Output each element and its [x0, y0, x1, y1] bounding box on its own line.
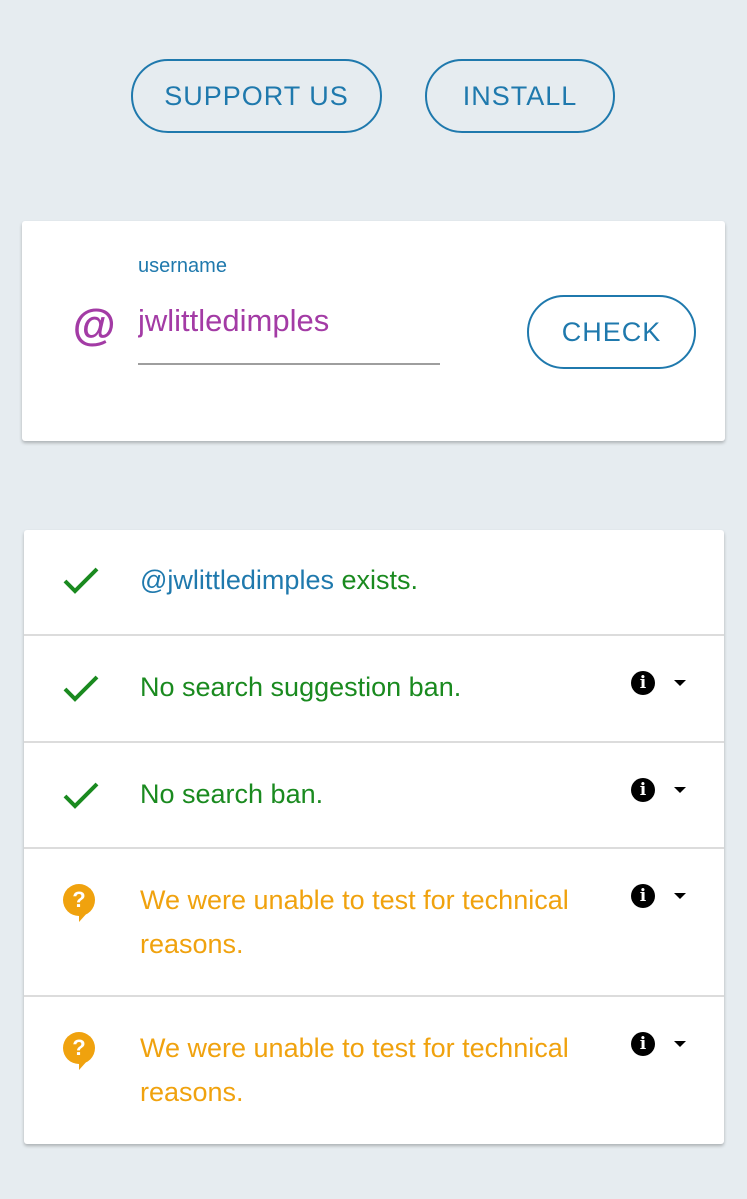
result-message: We were unable to test for technical rea… [140, 1033, 569, 1107]
top-button-bar: SUPPORT US INSTALL [0, 59, 747, 133]
at-sign-icon: @ [72, 301, 115, 350]
info-icon[interactable]: i [631, 884, 655, 908]
result-handle[interactable]: @jwlittledimples [140, 565, 334, 595]
chevron-down-icon[interactable] [674, 893, 686, 899]
username-input[interactable] [138, 299, 440, 365]
question-bubble-icon: ? [63, 1032, 95, 1070]
result-row-search-ban: No search ban. i [24, 743, 724, 849]
result-row-suggestion-ban: No search suggestion ban. i [24, 636, 724, 743]
chevron-down-icon[interactable] [674, 1041, 686, 1047]
question-bubble-icon: ? [63, 884, 95, 922]
checkmark-icon [63, 675, 99, 702]
username-card: @ username CHECK [22, 221, 725, 441]
info-icon[interactable]: i [631, 778, 655, 802]
info-icon[interactable]: i [631, 671, 655, 695]
checkmark-icon [63, 782, 99, 809]
result-message: We were unable to test for technical rea… [140, 885, 569, 959]
checkmark-icon [63, 567, 99, 594]
info-icon[interactable]: i [631, 1032, 655, 1056]
username-label: username [138, 255, 227, 277]
result-message: exists. [333, 565, 418, 595]
result-row-unknown: ? We were unable to test for technical r… [24, 997, 724, 1144]
result-message: No search suggestion ban. [140, 672, 462, 702]
svg-text:?: ? [72, 887, 85, 912]
results-card: @jwlittledimples exists. No search sugge… [24, 530, 724, 1144]
svg-text:?: ? [72, 1035, 85, 1060]
result-row-exists: @jwlittledimples exists. [24, 530, 724, 636]
support-us-button[interactable]: SUPPORT US [131, 59, 382, 133]
result-text: @jwlittledimples exists. [140, 558, 418, 602]
chevron-down-icon[interactable] [674, 787, 686, 793]
result-message: No search ban. [140, 779, 324, 809]
chevron-down-icon[interactable] [674, 680, 686, 686]
install-button[interactable]: INSTALL [425, 59, 615, 133]
check-button[interactable]: CHECK [527, 295, 696, 369]
result-row-unknown: ? We were unable to test for technical r… [24, 849, 724, 997]
